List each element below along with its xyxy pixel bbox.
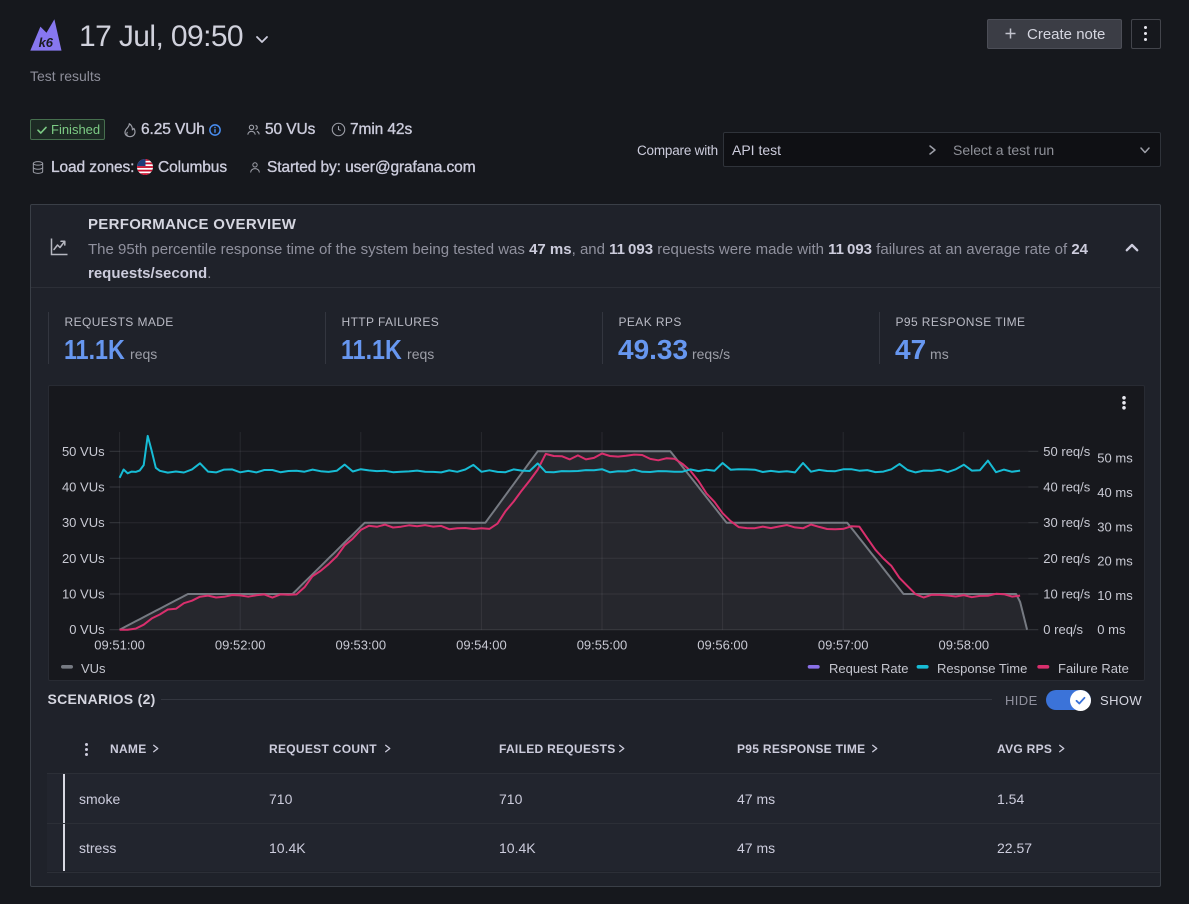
svg-text:40 req/s: 40 req/s <box>1043 480 1090 495</box>
svg-text:30 req/s: 30 req/s <box>1043 515 1090 530</box>
svg-text:09:57:00: 09:57:00 <box>818 638 869 653</box>
svg-text:09:53:00: 09:53:00 <box>335 638 386 653</box>
svg-text:09:58:00: 09:58:00 <box>938 638 989 653</box>
svg-text:10 req/s: 10 req/s <box>1043 587 1090 602</box>
svg-text:50 ms: 50 ms <box>1097 451 1133 466</box>
svg-text:40 VUs: 40 VUs <box>62 480 105 495</box>
svg-text:0 ms: 0 ms <box>1097 622 1126 637</box>
svg-text:0 req/s: 0 req/s <box>1043 622 1083 637</box>
svg-text:40 ms: 40 ms <box>1097 485 1133 500</box>
svg-text:50 req/s: 50 req/s <box>1043 444 1090 459</box>
svg-text:09:51:00: 09:51:00 <box>94 638 145 653</box>
svg-text:20 req/s: 20 req/s <box>1043 551 1090 566</box>
svg-text:20 VUs: 20 VUs <box>62 551 105 566</box>
svg-text:Response Time: Response Time <box>937 661 1027 676</box>
svg-text:50 VUs: 50 VUs <box>62 444 105 459</box>
svg-text:20 ms: 20 ms <box>1097 554 1133 569</box>
svg-text:VUs: VUs <box>81 661 106 676</box>
svg-text:k6: k6 <box>39 35 54 50</box>
svg-text:30 ms: 30 ms <box>1097 520 1133 535</box>
svg-text:09:52:00: 09:52:00 <box>215 638 266 653</box>
svg-text:09:54:00: 09:54:00 <box>456 638 507 653</box>
svg-text:09:56:00: 09:56:00 <box>697 638 748 653</box>
svg-text:30 VUs: 30 VUs <box>62 515 105 530</box>
svg-text:Request Rate: Request Rate <box>829 661 909 676</box>
svg-text:10 VUs: 10 VUs <box>62 587 105 602</box>
svg-text:10 ms: 10 ms <box>1097 588 1133 603</box>
svg-text:0 VUs: 0 VUs <box>69 622 105 637</box>
svg-text:Failure Rate: Failure Rate <box>1058 661 1129 676</box>
svg-text:09:55:00: 09:55:00 <box>576 638 627 653</box>
